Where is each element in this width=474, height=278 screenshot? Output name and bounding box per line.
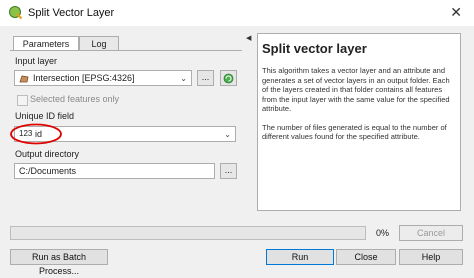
close-button[interactable]: Close (336, 249, 396, 265)
help-button[interactable]: Help (399, 249, 463, 265)
title-bar: Split Vector Layer ✕ (0, 0, 474, 26)
selected-features-label: Selected features only (30, 94, 120, 104)
progress-bar (10, 226, 366, 240)
input-layer-label: Input layer (15, 56, 58, 66)
iterate-icon (223, 73, 234, 84)
iterate-button[interactable] (220, 70, 237, 86)
polygon-layer-icon (19, 75, 29, 83)
run-as-batch-button[interactable]: Run as Batch Process... (10, 249, 108, 276)
output-dir-value: C:/Documents (19, 166, 77, 176)
cancel-button[interactable]: Cancel (399, 225, 463, 241)
help-paragraph: The number of files generated is equal t… (262, 122, 447, 142)
collapse-help-icon[interactable]: ◀ (246, 34, 251, 42)
window-title: Split Vector Layer (28, 7, 115, 19)
close-icon[interactable]: ✕ (450, 4, 462, 21)
input-layer-select[interactable]: Intersection [EPSG:4326] ⌄ (14, 70, 192, 86)
input-layer-value: Intersection [EPSG:4326] (33, 73, 135, 83)
run-button[interactable]: Run (266, 249, 334, 265)
output-dir-browse-button[interactable]: ... (220, 163, 237, 179)
input-layer-browse-button[interactable]: ... (197, 70, 214, 86)
unique-id-label: Unique ID field (15, 111, 75, 121)
output-dir-input[interactable]: C:/Documents (14, 163, 215, 179)
help-paragraph: This algorithm takes a vector layer and … (262, 66, 450, 113)
progress-percent: 0% (376, 228, 390, 238)
chevron-down-icon: ⌄ (180, 74, 187, 83)
output-dir-label: Output directory (15, 149, 80, 159)
selected-features-checkbox[interactable] (17, 95, 28, 106)
tab-log[interactable]: Log (79, 36, 119, 51)
chevron-down-icon: ⌄ (224, 130, 231, 139)
help-panel: Split vector layer This algorithm takes … (257, 33, 461, 211)
help-title: Split vector layer (262, 41, 367, 56)
qgis-logo-icon (9, 6, 23, 20)
red-annotation-circle (10, 123, 62, 145)
